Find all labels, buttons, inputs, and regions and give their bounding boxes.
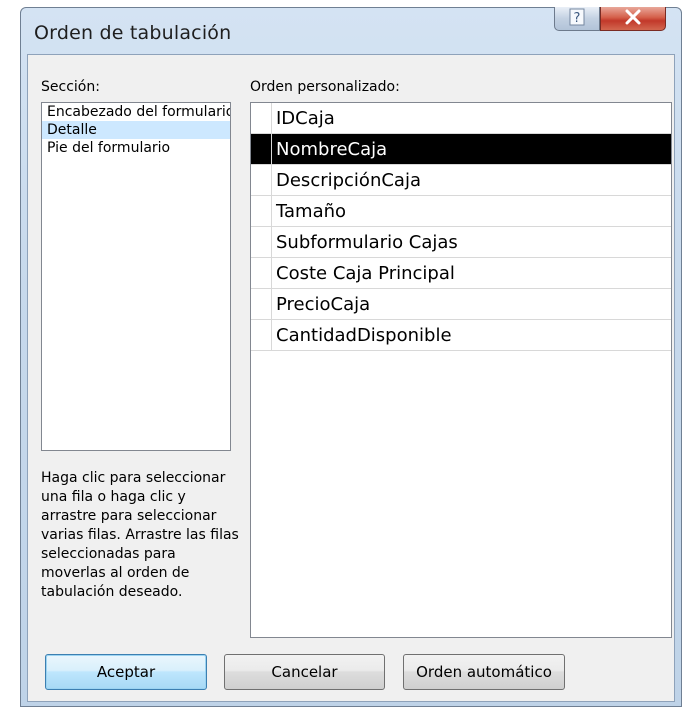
auto-order-button[interactable]: Orden automático — [403, 654, 565, 690]
field-row[interactable]: Tamaño — [251, 196, 671, 227]
field-row[interactable]: IDCaja — [251, 103, 671, 134]
dialog-body: Sección: Encabezado del formulario Detal… — [27, 54, 675, 702]
question-mark-icon: ? — [569, 8, 585, 30]
field-name: Coste Caja Principal — [276, 262, 455, 284]
row-selector[interactable] — [251, 165, 272, 195]
field-name: CantidadDisponible — [276, 324, 452, 346]
section-listbox[interactable]: Encabezado del formulario Detalle Pie de… — [41, 102, 231, 451]
row-selector[interactable] — [251, 289, 272, 319]
svg-text:?: ? — [574, 11, 581, 26]
field-name: NombreCaja — [276, 138, 388, 160]
instructions-text: Haga clic para seleccionar una fila o ha… — [41, 470, 239, 600]
row-selector[interactable] — [251, 227, 272, 257]
close-icon — [623, 9, 643, 29]
field-row[interactable]: Coste Caja Principal — [251, 258, 671, 289]
section-item-footer[interactable]: Pie del formulario — [42, 139, 230, 157]
row-selector[interactable] — [251, 196, 272, 226]
custom-order-grid[interactable]: IDCaja NombreCaja DescripciónCaja Tamaño… — [250, 102, 672, 638]
row-selector[interactable] — [251, 103, 272, 133]
field-name: DescripciónCaja — [276, 169, 421, 191]
dialog-title: Orden de tabulación — [34, 22, 232, 44]
field-row-selected[interactable]: NombreCaja — [251, 134, 671, 165]
row-selector[interactable] — [251, 258, 272, 288]
ok-button[interactable]: Aceptar — [45, 654, 207, 690]
row-selector[interactable] — [251, 134, 272, 164]
field-row[interactable]: PrecioCaja — [251, 289, 671, 320]
field-name: IDCaja — [276, 107, 335, 129]
section-label: Sección: — [41, 79, 100, 95]
section-item-header[interactable]: Encabezado del formulario — [42, 103, 230, 121]
row-selector[interactable] — [251, 320, 272, 350]
custom-order-label: Orden personalizado: — [250, 79, 400, 95]
section-item-detail[interactable]: Detalle — [42, 121, 230, 139]
field-row[interactable]: Subformulario Cajas — [251, 227, 671, 258]
field-row[interactable]: CantidadDisponible — [251, 320, 671, 351]
field-name: Subformulario Cajas — [276, 231, 458, 253]
cancel-button[interactable]: Cancelar — [224, 654, 385, 690]
close-button[interactable] — [600, 7, 666, 31]
field-name: PrecioCaja — [276, 293, 371, 315]
tab-order-dialog: Orden de tabulación ? Sección: Encabezad… — [20, 7, 682, 707]
field-row[interactable]: DescripciónCaja — [251, 165, 671, 196]
help-button[interactable]: ? — [554, 7, 600, 31]
field-name: Tamaño — [276, 200, 347, 222]
